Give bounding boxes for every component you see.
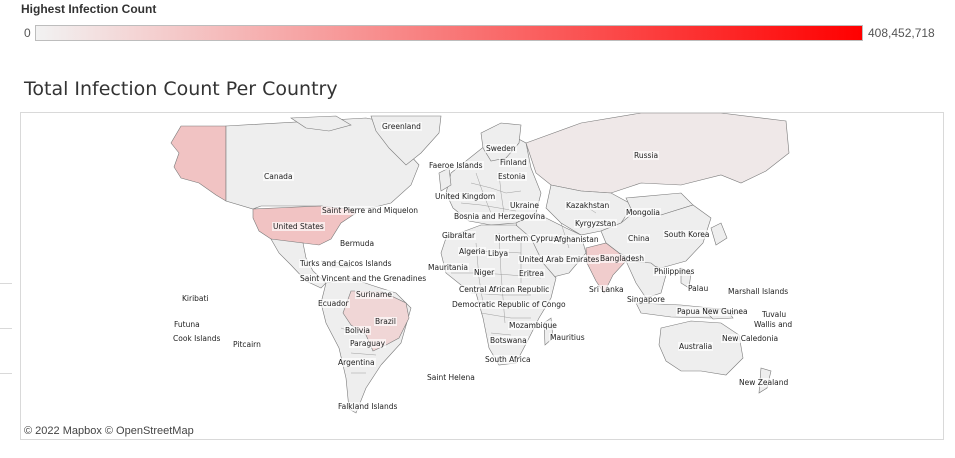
map-label-newcaledonia: New Caledonia xyxy=(721,334,780,343)
map-label-singapore: Singapore xyxy=(626,295,666,304)
map-label-china: China xyxy=(627,234,651,243)
map-label-png: Papua New Guinea xyxy=(676,307,749,316)
map-view[interactable]: Greenland Canada Russia Sweden Faeroe Island… xyxy=(20,112,944,440)
map-label-philippines: Philippines xyxy=(653,267,696,276)
map-label-palau: Palau xyxy=(687,284,710,293)
map-label-marshall: Marshall Islands xyxy=(727,287,790,296)
map-label-kazakhstan: Kazakhstan xyxy=(565,201,611,210)
map-label-argentina: Argentina xyxy=(337,358,376,367)
map-label-uae: United Arab Emirates xyxy=(518,255,601,264)
country-alaska xyxy=(170,125,227,202)
map-label-bosnia: Bosnia and Herzegovina xyxy=(453,212,547,221)
map-label-ukraine: Ukraine xyxy=(509,201,540,210)
map-label-afghanistan: Afghanistan xyxy=(553,235,600,244)
map-label-drc: Democratic Republic of Congo xyxy=(451,300,567,309)
map-label-niger: Niger xyxy=(473,268,496,277)
map-label-ncyprus: Northern Cyprus xyxy=(494,234,558,243)
edge-tick xyxy=(0,328,12,329)
map-label-greenland: Greenland xyxy=(381,122,422,131)
map-label-canada: Canada xyxy=(263,172,294,181)
map-label-southafrica: South Africa xyxy=(484,355,532,364)
map-label-mozambique: Mozambique xyxy=(508,321,558,330)
map-label-sweden: Sweden xyxy=(485,144,517,153)
chart-title: Total Infection Count Per Country xyxy=(24,78,338,100)
map-label-pitcairn: Pitcairn xyxy=(232,340,262,349)
map-label-uk: United Kingdom xyxy=(434,192,497,201)
map-label-mauritania: Mauritania xyxy=(427,263,469,272)
map-label-sainthelena: Saint Helena xyxy=(426,373,476,382)
map-label-eritrea: Eritrea xyxy=(518,269,545,278)
map-label-bangladesh: Bangladesh xyxy=(599,254,645,263)
map-label-futuna: Futuna xyxy=(173,320,201,329)
map-label-gibraltar: Gibraltar xyxy=(441,231,477,240)
map-label-tuvalu: Tuvalu xyxy=(761,310,788,319)
region-east-asia-islands xyxy=(710,222,728,246)
map-label-mauritius: Mauritius xyxy=(549,333,586,342)
map-label-paraguay: Paraguay xyxy=(349,339,387,348)
map-label-falkland: Falkland Islands xyxy=(337,402,399,411)
map-label-brazil: Brazil xyxy=(374,317,397,326)
map-label-australia: Australia xyxy=(678,342,714,351)
map-label-kiribati: Kiribati xyxy=(181,294,210,303)
map-label-usa: United States xyxy=(272,222,325,231)
map-label-skorea: South Korea xyxy=(663,230,711,239)
map-label-faeroe: Faeroe Islands xyxy=(428,161,484,170)
legend-color-ramp xyxy=(35,25,863,41)
legend-title: Highest Infection Count xyxy=(21,2,157,16)
map-label-libya: Libya xyxy=(487,249,510,258)
edge-tick xyxy=(0,283,12,284)
map-label-bermuda: Bermuda xyxy=(339,239,376,248)
map-label-spm: Saint Pierre and Miquelon xyxy=(321,206,420,215)
map-label-srilanka: Sri Lanka xyxy=(588,285,625,294)
map-label-cook: Cook Islands xyxy=(172,334,222,343)
map-label-suriname: Suriname xyxy=(355,290,393,299)
map-label-bolivia: Bolivia xyxy=(344,326,372,335)
map-label-algeria: Algeria xyxy=(458,247,487,256)
map-label-turks: Turks and Caicos Islands xyxy=(299,259,393,268)
map-label-wallis: Wallis and xyxy=(753,320,794,329)
map-label-ecuador: Ecuador xyxy=(317,299,350,308)
edge-tick xyxy=(0,373,12,374)
map-label-botswana: Botswana xyxy=(489,336,528,345)
map-label-finland: Finland xyxy=(499,158,528,167)
legend-max-label: 408,452,718 xyxy=(868,26,935,40)
map-attribution[interactable]: © 2022 Mapbox © OpenStreetMap xyxy=(24,425,194,437)
legend-min-label: 0 xyxy=(24,26,31,40)
map-label-car: Central African Republic xyxy=(458,285,551,294)
map-label-newzealand: New Zealand xyxy=(738,378,790,387)
map-label-estonia: Estonia xyxy=(497,172,527,181)
map-label-russia: Russia xyxy=(633,151,660,160)
map-label-mongolia: Mongolia xyxy=(625,208,661,217)
map-label-svg: Saint Vincent and the Grenadines xyxy=(299,274,428,283)
map-label-kyrgyzstan: Kyrgyzstan xyxy=(574,219,618,228)
